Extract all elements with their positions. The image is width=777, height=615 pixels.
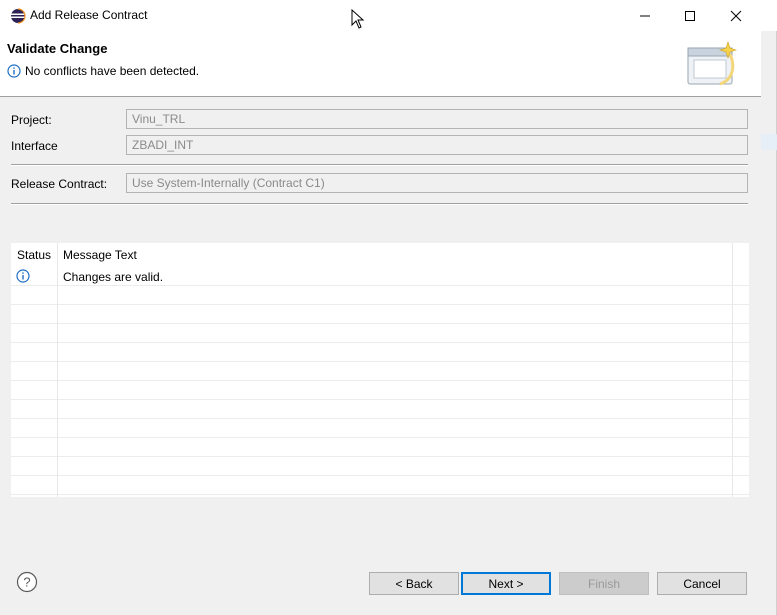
finish-button[interactable]: Finish	[559, 572, 649, 595]
row-divider	[11, 437, 749, 438]
row-divider	[11, 304, 749, 305]
next-button[interactable]: Next >	[461, 572, 551, 595]
close-icon	[730, 10, 742, 21]
maximize-button[interactable]	[667, 0, 713, 31]
title-bar[interactable]: Add Release Contract	[0, 0, 777, 31]
wizard-header: Validate Change No conflicts have been d…	[0, 31, 761, 97]
dialog-window: Add Release Contract Validate Change No …	[0, 0, 777, 615]
release-contract-label: Release Contract:	[11, 177, 108, 191]
window-title: Add Release Contract	[30, 8, 148, 22]
release-contract-field	[126, 173, 748, 193]
help-icon[interactable]: ?	[16, 571, 38, 593]
column-divider	[732, 243, 733, 497]
close-button[interactable]	[713, 0, 759, 31]
page-message-text: No conflicts have been detected.	[25, 64, 200, 78]
minimize-button[interactable]	[622, 0, 668, 31]
row-divider	[11, 380, 749, 381]
separator	[11, 164, 748, 166]
column-header-status[interactable]: Status	[17, 248, 51, 262]
maximize-icon	[685, 10, 695, 21]
interface-label: Interface	[11, 139, 58, 153]
row-divider	[11, 418, 749, 419]
row-divider	[11, 475, 749, 476]
column-header-message-text[interactable]: Message Text	[63, 248, 137, 262]
message-text-cell: Changes are valid.	[63, 270, 164, 284]
row-divider	[11, 323, 749, 324]
info-icon	[16, 269, 30, 283]
back-button[interactable]: < Back	[369, 572, 459, 595]
minimize-icon	[640, 15, 650, 16]
row-divider	[11, 456, 749, 457]
message-table[interactable]: Status Message Text Changes are valid.	[11, 243, 749, 497]
project-label: Project:	[11, 113, 52, 127]
svg-text:?: ?	[23, 575, 30, 590]
page-message: No conflicts have been detected.	[7, 64, 199, 78]
interface-field	[126, 135, 748, 155]
row-divider	[11, 342, 749, 343]
row-divider	[11, 361, 749, 362]
background-window-edge	[761, 134, 777, 150]
eclipse-app-icon	[11, 8, 26, 24]
page-title: Validate Change	[7, 41, 108, 56]
row-divider	[11, 494, 749, 495]
row-divider	[11, 399, 749, 400]
column-divider	[57, 243, 58, 497]
separator	[11, 203, 748, 205]
cancel-button[interactable]: Cancel	[657, 572, 747, 595]
row-divider	[11, 285, 749, 286]
wizard-banner-icon	[687, 41, 737, 86]
mouse-cursor-icon	[351, 9, 365, 29]
table-header: Status Message Text	[11, 243, 749, 267]
info-icon	[7, 64, 21, 78]
project-field	[126, 109, 748, 129]
